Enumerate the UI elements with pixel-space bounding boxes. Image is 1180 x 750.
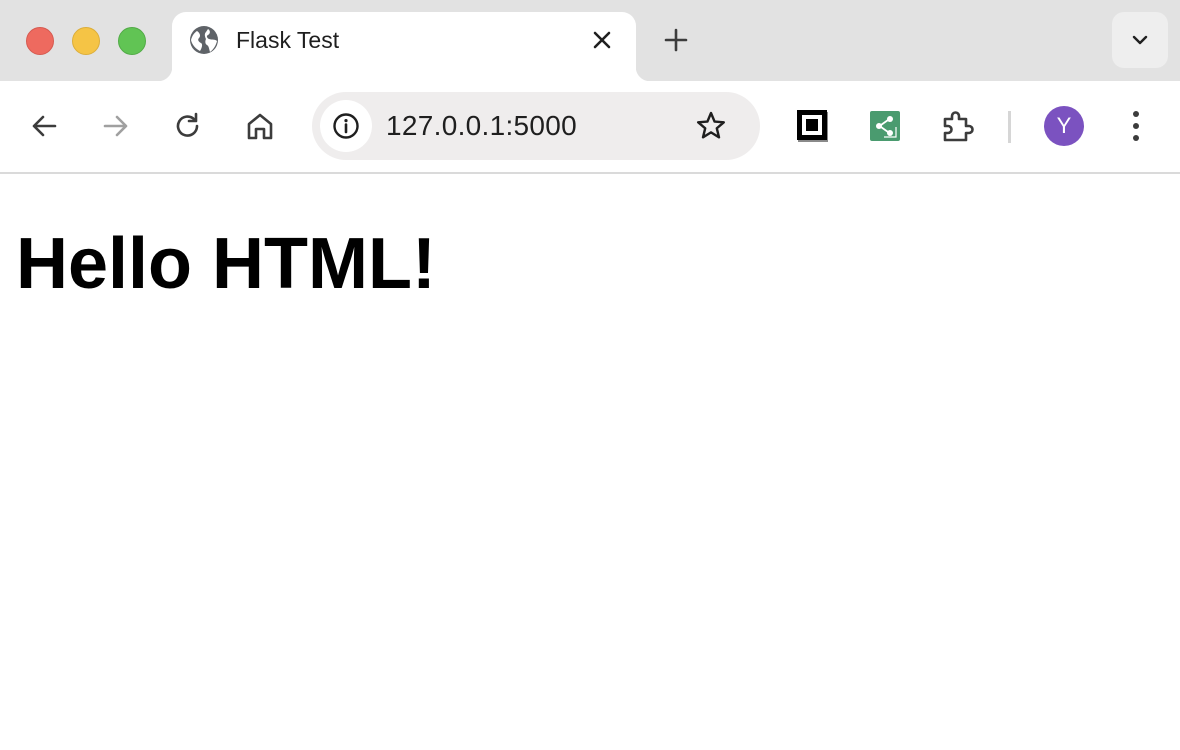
window-minimize-button[interactable] [72,27,100,55]
page-heading: Hello HTML! [16,224,436,304]
address-bar[interactable]: 127.0.0.1:5000 [312,92,760,160]
reload-icon[interactable] [170,108,206,144]
info-icon [333,113,359,139]
tab-search-button[interactable] [1112,12,1168,68]
window-close-button[interactable] [26,27,54,55]
qr-code-extension-icon[interactable] [796,109,830,143]
green-share-extension-icon[interactable] [868,109,902,143]
browser-window: Flask Test 127.0.0.1:5000 Y Hello HTML! [0,0,1180,750]
page-content: Hello HTML! [0,174,1180,750]
chevron-down-icon [1132,35,1148,45]
new-tab-plus-icon[interactable] [660,24,692,56]
back-arrow-icon[interactable] [26,108,62,144]
profile-avatar[interactable]: Y [1044,106,1084,146]
browser-toolbar: 127.0.0.1:5000 Y [0,81,1180,174]
tab-flask-test[interactable]: Flask Test [158,12,650,81]
bookmark-star-icon[interactable] [694,109,728,143]
tab-strip: Flask Test [0,0,1180,81]
home-icon[interactable] [242,108,278,144]
window-maximize-button[interactable] [118,27,146,55]
toolbar-divider [1008,111,1011,143]
url-text[interactable]: 127.0.0.1:5000 [386,110,577,142]
forward-arrow-icon[interactable] [98,108,134,144]
close-tab-icon[interactable] [590,28,614,52]
puzzle-extensions-icon[interactable] [940,109,974,143]
tab-title: Flask Test [236,27,340,53]
globe-icon [189,25,219,55]
site-info-button[interactable] [320,100,372,152]
more-menu-icon[interactable] [1120,109,1152,143]
